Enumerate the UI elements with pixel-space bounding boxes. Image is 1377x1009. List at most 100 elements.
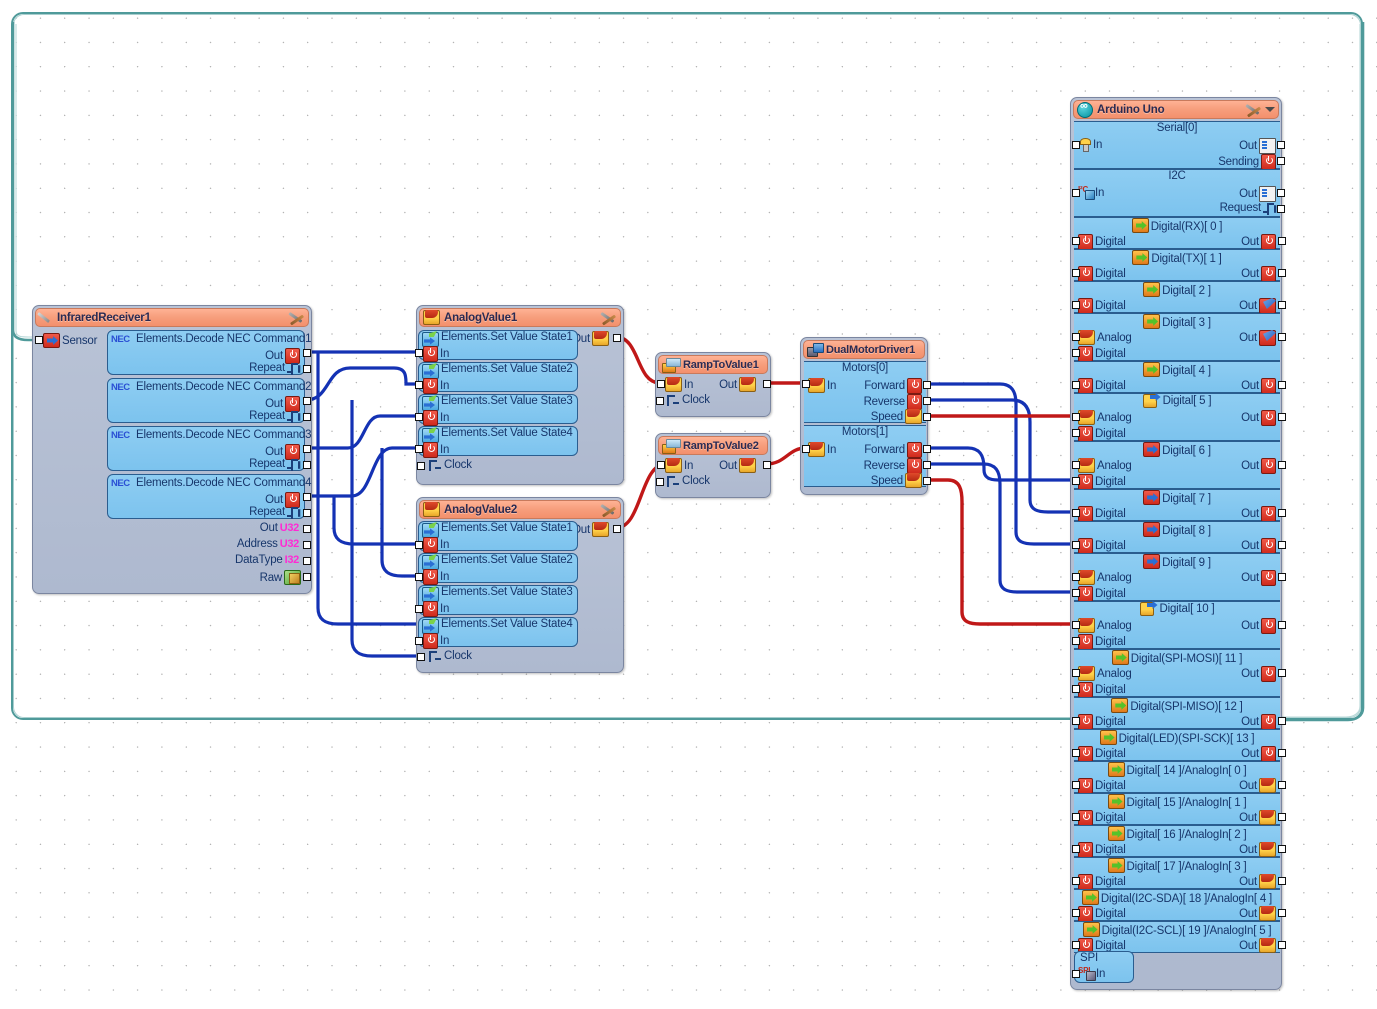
pin-15-in-0[interactable]	[1072, 813, 1080, 821]
pin-3-out[interactable]	[1278, 333, 1286, 341]
pin-10-in-0[interactable]	[1072, 621, 1080, 629]
sub-pin-8[interactable]: Digital[ 8 ] Digital Out	[1072, 521, 1286, 554]
port-digital-in[interactable]: Digital	[1078, 810, 1126, 826]
sub-set-value-state-4[interactable]: Elements.Set Value State4 In	[418, 617, 578, 649]
sub-serial-0[interactable]: Serial[0] In Out Sending	[1074, 121, 1280, 170]
block-header[interactable]: RampToValue1	[658, 355, 768, 374]
port-out[interactable]: Out	[1241, 538, 1276, 554]
port-digital-in[interactable]: Digital	[1078, 746, 1126, 762]
port-out[interactable]: Out	[1241, 570, 1276, 586]
block-dual-motor-driver[interactable]: DualMotorDriver1 Motors[0] In Forward Re…	[800, 337, 931, 495]
pin-cmd4-repeat[interactable]	[303, 509, 311, 517]
pin-sensor-in[interactable]	[35, 336, 43, 344]
block-ramp-to-value-1[interactable]: RampToValue1 In Out Clock	[655, 352, 771, 417]
pin-18-out[interactable]	[1278, 909, 1286, 917]
sub-set-value-state-3[interactable]: Elements.Set Value State3 In	[418, 394, 578, 426]
sub-pin-5[interactable]: Digital[ 5 ] Analog Digital Out	[1072, 393, 1286, 442]
port-clock[interactable]: Clock	[429, 459, 472, 471]
pin-13-out[interactable]	[1278, 749, 1286, 757]
port-forward[interactable]: Forward	[864, 378, 922, 394]
block-analog-value-2[interactable]: AnalogValue2 Out Elements.Set Value Stat…	[415, 497, 624, 673]
chevron-down-icon[interactable]	[1265, 107, 1275, 112]
port-out[interactable]: Out	[1241, 234, 1276, 250]
sub-motors-0[interactable]: Motors[0] In Forward Reverse Speed	[804, 361, 926, 424]
port-digital-in[interactable]: Digital	[1078, 714, 1126, 730]
sub-pin-4[interactable]: Digital[ 4 ] Digital Out	[1072, 361, 1286, 394]
port-datatype[interactable]: DataType I32	[235, 554, 299, 566]
port-analog-in[interactable]: Analog	[1078, 410, 1132, 425]
block-header[interactable]: AnalogValue1	[419, 308, 621, 327]
port-in[interactable]: In	[423, 378, 449, 394]
port-digital-in[interactable]: Digital	[1078, 778, 1126, 794]
pin-ramp1-out[interactable]	[763, 380, 771, 388]
block-analog-value-1[interactable]: AnalogValue1 Out Elements.Set Value Stat…	[415, 305, 624, 485]
port-out[interactable]: Out	[1241, 666, 1276, 682]
port-digital-in[interactable]: Digital	[1078, 586, 1126, 602]
pin-spi-in[interactable]	[1072, 970, 1080, 978]
pin-state3-in[interactable]	[415, 413, 423, 421]
pin-2-in-0[interactable]	[1072, 301, 1080, 309]
pin-9-in-0[interactable]	[1072, 573, 1080, 581]
port-digital-in[interactable]: Digital	[1078, 538, 1126, 554]
port-out[interactable]: Out	[1239, 138, 1276, 154]
pin-state2-in[interactable]	[415, 573, 423, 581]
pin-10-in-1[interactable]	[1072, 637, 1080, 645]
sub-pin-11[interactable]: Digital(SPI-MOSI)[ 11 ] Analog Digital Out	[1072, 649, 1286, 698]
pin-12-out[interactable]	[1278, 717, 1286, 725]
pin-10-out[interactable]	[1278, 621, 1286, 629]
sub-pin-7[interactable]: Digital[ 7 ] Digital Out	[1072, 489, 1286, 522]
sub-nec-command-2[interactable]: NEC Elements.Decode NEC Command2 Out Rep…	[107, 378, 311, 423]
sub-pin-10[interactable]: Digital[ 10 ] Analog Digital Out	[1072, 601, 1286, 650]
port-out[interactable]: Out	[1241, 410, 1276, 426]
pin-serial-sending[interactable]	[1277, 157, 1285, 165]
port-digital-in[interactable]: Digital	[1078, 378, 1126, 394]
pin-6-in-0[interactable]	[1072, 461, 1080, 469]
block-header[interactable]: Arduino Uno	[1073, 100, 1279, 119]
pin-analog1-out[interactable]	[613, 334, 621, 342]
pin-state2-in[interactable]	[415, 381, 423, 389]
port-out[interactable]: Out	[1239, 330, 1276, 346]
pin-cmd1-repeat[interactable]	[303, 365, 311, 373]
pin-motor0-reverse[interactable]	[923, 397, 931, 405]
port-out[interactable]: Out	[1239, 810, 1276, 825]
port-in[interactable]: In	[1078, 966, 1105, 981]
sub-set-value-state-1[interactable]: Elements.Set Value State1 In	[418, 521, 578, 553]
pin-17-in-0[interactable]	[1072, 877, 1080, 885]
port-in[interactable]: In	[665, 458, 693, 473]
pin-4-out[interactable]	[1278, 381, 1286, 389]
pin-i2c-request[interactable]	[1277, 205, 1285, 213]
sub-pin-0[interactable]: Digital(RX)[ 0 ] Digital Out	[1072, 217, 1286, 250]
sub-pin-16[interactable]: Digital[ 16 ]/AnalogIn[ 2 ] Digital Out	[1072, 825, 1286, 858]
sub-pin-1[interactable]: Digital(TX)[ 1 ] Digital Out	[1072, 249, 1286, 282]
port-digital-in[interactable]: Digital	[1078, 426, 1126, 442]
port-in[interactable]: In	[423, 410, 449, 426]
pin-4-in-0[interactable]	[1072, 381, 1080, 389]
pin-3-in-0[interactable]	[1072, 333, 1080, 341]
sub-set-value-state-1[interactable]: Elements.Set Value State1 In	[418, 330, 578, 362]
pin-12-in-0[interactable]	[1072, 717, 1080, 725]
pin-19-in-0[interactable]	[1072, 941, 1080, 949]
pin-11-out[interactable]	[1278, 669, 1286, 677]
pin-9-out[interactable]	[1278, 573, 1286, 581]
pin-ramp2-out[interactable]	[763, 461, 771, 469]
port-in[interactable]: In	[423, 569, 449, 585]
pin-motor0-forward[interactable]	[923, 381, 931, 389]
pin-cmd2-repeat[interactable]	[303, 413, 311, 421]
pin-raw[interactable]	[303, 573, 311, 581]
port-out[interactable]: Out	[719, 377, 756, 392]
port-analog-in[interactable]: Analog	[1078, 666, 1132, 681]
pin-5-in-0[interactable]	[1072, 413, 1080, 421]
pin-analog2-out[interactable]	[613, 525, 621, 533]
pin-1-out[interactable]	[1278, 269, 1286, 277]
pin-state1-in[interactable]	[415, 349, 423, 357]
pin-state4-in[interactable]	[415, 637, 423, 645]
block-header[interactable]: AnalogValue2	[419, 500, 621, 519]
pin-motor1-reverse[interactable]	[923, 461, 931, 469]
port-repeat[interactable]: Repeat	[249, 410, 300, 423]
tools-icon[interactable]	[1246, 103, 1262, 117]
pin-i2c-in[interactable]	[1072, 189, 1080, 197]
pin-0-in-0[interactable]	[1072, 237, 1080, 245]
port-analog-in[interactable]: Analog	[1078, 618, 1132, 633]
block-header[interactable]: InfraredReceiver1	[35, 308, 309, 327]
pin-analog2-clock[interactable]	[417, 653, 425, 661]
